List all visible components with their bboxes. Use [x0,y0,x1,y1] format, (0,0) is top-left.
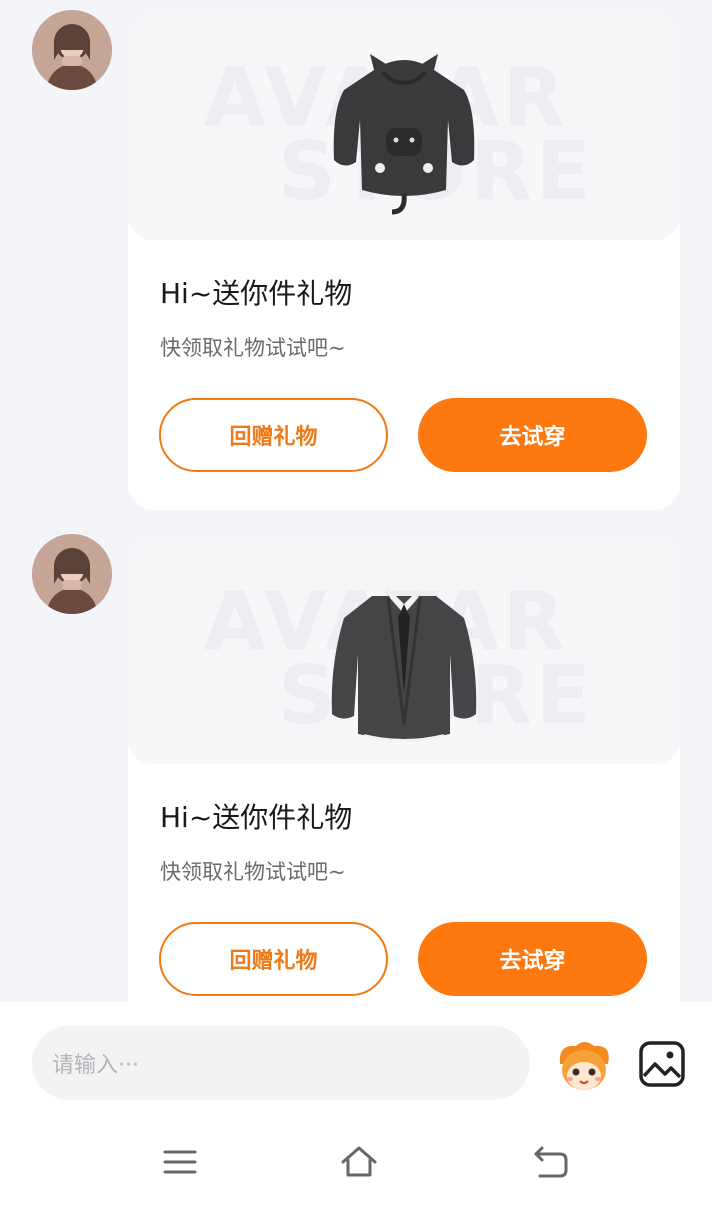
avatar-photo [32,10,112,90]
message-input[interactable]: 请输入··· [32,1026,530,1100]
avatar-photo [32,534,112,614]
message-composer: 请输入··· [0,1002,712,1208]
menu-icon[interactable] [160,1142,200,1182]
sender-avatar[interactable] [32,10,112,90]
home-icon[interactable] [339,1142,379,1182]
try-on-button[interactable]: 去试穿 [418,922,647,996]
hoodie-image [333,54,475,215]
gift-item-preview[interactable]: AVATAR STORE [128,534,680,764]
mascot-face-icon[interactable] [554,1038,614,1094]
gift-subtitle: 快领取礼物试试吧~ [160,336,346,360]
gift-card: AVATAR STORE Hi~送你件礼物 快领取礼物试试吧~ 回赠礼物 去试穿 [128,534,680,1002]
gift-item-preview[interactable]: AVATAR STORE [128,10,680,240]
gift-title: Hi~送你件礼物 [160,801,353,834]
return-gift-button[interactable]: 回赠礼物 [159,922,388,996]
try-on-button[interactable]: 去试穿 [418,398,647,472]
back-icon[interactable] [530,1142,570,1182]
gift-card: AVATAR STORE Hi~送你件礼物 快领取礼物试试吧~ 回赠礼物 去试穿 [128,10,680,510]
image-icon[interactable] [638,1040,686,1088]
chat-area: AVATAR STORE Hi~送你件礼物 快领取礼物试试吧~ 回赠礼物 去试穿 [0,0,712,1002]
cardigan-image [331,586,477,742]
gift-title: Hi~送你件礼物 [160,277,353,310]
sender-avatar[interactable] [32,534,112,614]
return-gift-button[interactable]: 回赠礼物 [159,398,388,472]
gift-subtitle: 快领取礼物试试吧~ [160,860,346,884]
